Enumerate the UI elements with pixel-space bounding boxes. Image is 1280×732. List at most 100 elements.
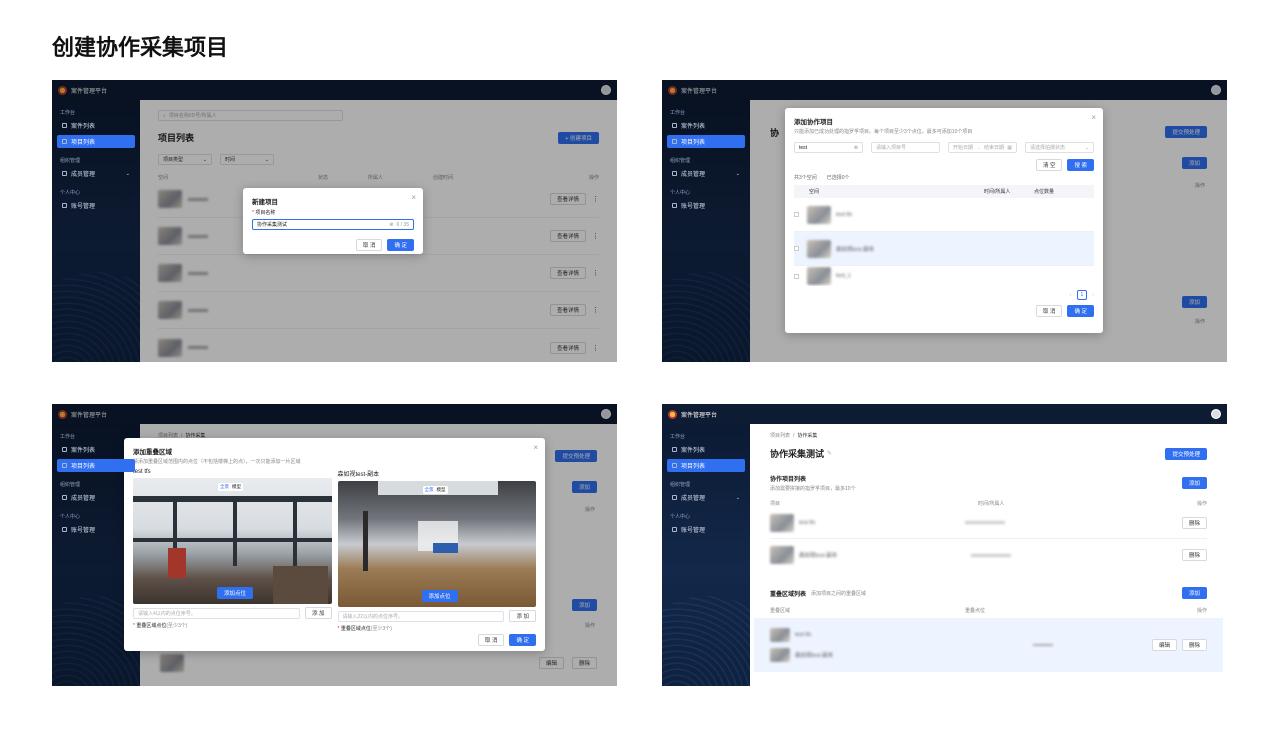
sidebar-item-label: 账号管理	[681, 204, 706, 210]
cancel-button[interactable]: 取 消	[1035, 305, 1063, 317]
tab-model[interactable]: 模型	[232, 484, 241, 490]
prev-page-icon[interactable]: ‹	[1070, 292, 1072, 298]
panorama-view[interactable]: 全景 模型 添加点位	[133, 478, 332, 604]
close-icon[interactable]: ×	[1091, 113, 1096, 122]
sidebar-item-project-list[interactable]: 项目列表	[667, 135, 745, 148]
edit-button[interactable]: 编辑	[1151, 639, 1177, 651]
table-row[interactable]: 森如视test-副本 删除	[770, 539, 1207, 571]
view-tabs: 全景 模型	[218, 483, 243, 491]
sidebar-item-label: 成员管理	[71, 172, 96, 178]
row-checkbox[interactable]	[794, 273, 799, 279]
project-thumbnail	[770, 513, 794, 532]
sidebar-section-personal: 个人中心	[60, 190, 81, 196]
cancel-button[interactable]: 取 消	[355, 239, 383, 251]
tab-panorama[interactable]: 全景	[220, 484, 229, 490]
overlap-project-b: 森如视test-副本	[795, 653, 834, 659]
project-thumbnail	[770, 628, 790, 642]
search-input[interactable]: test ⊗	[794, 142, 863, 153]
selected-count: 已选择0个	[826, 175, 850, 181]
folder-icon	[672, 463, 677, 468]
add-button[interactable]: 添 加	[304, 607, 332, 619]
chevron-down-icon: ⌄	[125, 494, 130, 501]
sidebar-item-case-list[interactable]: 案件列表	[667, 119, 745, 132]
table-row[interactable]: 森如视test-副本	[794, 232, 1094, 266]
screenshot-add-collab-project: 案件管理平台 工作台 案件列表 项目列表 组织管理 成员管理 ⌄ 个人中心 账号管…	[662, 80, 1227, 362]
sidebar-item-label: 成员管理	[681, 172, 706, 178]
table-row[interactable]: test tfs	[794, 198, 1094, 232]
page-number[interactable]: 1	[1076, 290, 1088, 300]
sidebar-item-case-list[interactable]: 案件列表	[667, 443, 745, 456]
row-checkbox[interactable]	[794, 212, 799, 217]
tab-model[interactable]: 模型	[437, 487, 446, 493]
add-collab-button[interactable]: 添加	[1181, 477, 1207, 489]
row-checkbox[interactable]	[794, 246, 799, 251]
modal-desc: 请添加重叠区域范围内的点位（不包括楼梯上的点），一次只能添加一片区域	[133, 459, 301, 465]
sidebar-item-case-list[interactable]: 案件列表	[57, 443, 135, 456]
sidebar-item-project-list[interactable]: 项目列表	[57, 459, 135, 472]
app-logo	[668, 409, 677, 419]
cancel-button[interactable]: 取 消	[477, 634, 505, 646]
status-select[interactable]: 请选择拍摄状态 ⌄	[1025, 142, 1094, 153]
edit-icon[interactable]: ✎	[827, 450, 832, 457]
project-name: 森如视test-副本	[799, 553, 838, 559]
clear-icon[interactable]: ⊗	[389, 222, 393, 228]
close-icon[interactable]: ×	[411, 193, 416, 202]
sidebar-item-account[interactable]: 账号管理	[57, 199, 135, 212]
sidebar-item-case-list[interactable]: 案件列表	[57, 119, 135, 132]
table-row[interactable]: test tfs 删除	[770, 507, 1207, 539]
project-name-input[interactable]: 协作采集测试 ⊗ 6 / 35	[252, 219, 414, 230]
sidebar-item-member[interactable]: 成员管理 ⌄	[57, 167, 135, 180]
point-index-input[interactable]: 请输入4以内的点位序号。	[133, 607, 300, 619]
sidebar-item-label: 案件列表	[71, 124, 96, 130]
ok-button[interactable]: 确 定	[387, 239, 414, 251]
search-button[interactable]: 搜 索	[1067, 159, 1094, 171]
date-range-picker[interactable]: 开始日期 → 结束日期 ▦	[948, 142, 1017, 153]
delete-button[interactable]: 删除	[1181, 639, 1207, 651]
char-counter: 6 / 35	[396, 221, 409, 228]
submit-preprocess-button[interactable]: 提交预处理	[1165, 447, 1207, 460]
breadcrumb-sep: /	[793, 432, 795, 439]
delete-button[interactable]: 删除	[1181, 549, 1207, 561]
sidebar-item-member[interactable]: 成员管理 ⌄	[667, 167, 745, 180]
sidebar-section-personal: 个人中心	[670, 190, 691, 196]
input-placeholder: 请输入22以内的点位序号。	[342, 613, 404, 620]
sidebar-item-project-list[interactable]: 项目列表	[667, 459, 745, 472]
close-icon[interactable]: ×	[533, 443, 538, 452]
sidebar-item-account[interactable]: 账号管理	[667, 523, 745, 536]
next-page-icon[interactable]: ›	[1092, 292, 1094, 298]
col-project: 项目	[770, 501, 781, 507]
sidebar-item-member[interactable]: 成员管理 ⌄	[667, 491, 745, 504]
reset-button[interactable]: 清 空	[1035, 159, 1063, 171]
project-no-input[interactable]: 请输入项目号	[871, 142, 940, 153]
space-name: test tfs	[836, 211, 853, 218]
sidebar-item-account[interactable]: 账号管理	[57, 523, 135, 536]
table-row[interactable]: test_1	[794, 266, 1094, 286]
sidebar-item-label: 案件列表	[71, 448, 96, 454]
input-placeholder: 请输入4以内的点位序号。	[138, 610, 196, 617]
clear-icon[interactable]: ⊗	[854, 145, 858, 151]
delete-button[interactable]: 删除	[1181, 516, 1207, 529]
required-field: * 重叠区域点位(至少3个)	[338, 625, 537, 632]
add-overlap-button[interactable]: 添加	[1181, 587, 1207, 599]
point-index-input[interactable]: 请输入22以内的点位序号。	[337, 610, 505, 622]
modal-title: 添加协作项目	[794, 119, 833, 126]
add-point-button[interactable]: 添加点位	[217, 587, 254, 599]
sidebar-item-account[interactable]: 账号管理	[667, 199, 745, 212]
space-name: test_1	[836, 273, 851, 279]
add-collab-modal: 添加协作项目 × 只能添加已成功处理的指罗孚项目。每个项目至少3个点位。最多可添…	[785, 108, 1103, 333]
ok-button[interactable]: 确 定	[509, 634, 536, 646]
add-button[interactable]: 添 加	[509, 610, 536, 622]
sidebar-item-project-list[interactable]: 项目列表	[57, 135, 135, 148]
panorama-view[interactable]: 全景 模型 添加点位	[337, 481, 536, 607]
tab-panorama[interactable]: 全景	[425, 487, 434, 493]
add-point-button[interactable]: 添加点位	[421, 590, 458, 602]
sidebar-item-member[interactable]: 成员管理 ⌄	[57, 491, 135, 504]
screenshot-project-detail: 案件管理平台 工作台 案件列表 项目列表 组织管理 成员管理 ⌄ 个人中心 账号管…	[662, 404, 1227, 686]
field-label: 重叠区域点位	[136, 623, 167, 629]
input-placeholder: 请选择拍摄状态	[1030, 145, 1066, 151]
ok-button[interactable]: 确 定	[1067, 305, 1094, 317]
table-row[interactable]: test tfs 森如视test-副本 编辑 删除	[754, 618, 1223, 672]
avatar[interactable]	[1211, 409, 1221, 419]
sidebar-item-label: 案件列表	[681, 124, 706, 130]
breadcrumb-root[interactable]: 项目列表	[770, 432, 790, 439]
